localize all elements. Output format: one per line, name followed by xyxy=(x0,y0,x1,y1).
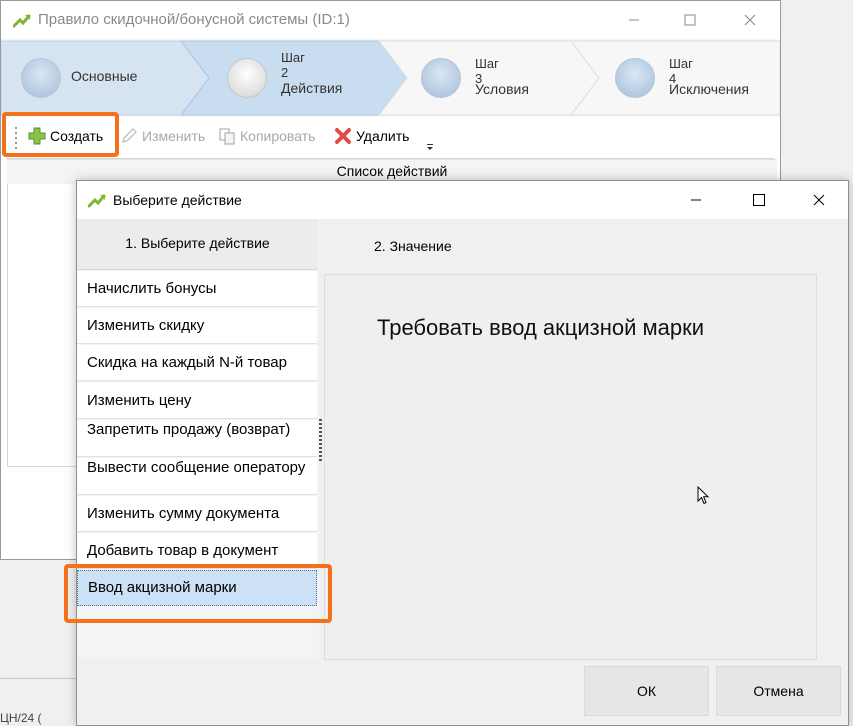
app-logo-icon xyxy=(13,14,31,28)
copy-button-label: Копировать xyxy=(240,128,316,144)
value-panel: Требовать ввод акцизной марки xyxy=(324,274,817,660)
ok-button[interactable]: ОК xyxy=(584,666,709,716)
parent-titlebar: Правило скидочной/бонусной системы (ID:1… xyxy=(1,1,780,39)
step-4-circle-icon xyxy=(615,58,655,98)
action-item-forbid-sale[interactable]: Запретить продажу (возврат) xyxy=(77,420,317,457)
action-item-change-discount[interactable]: Изменить скидку xyxy=(77,308,317,344)
delete-button[interactable]: Удалить xyxy=(334,127,409,145)
action-item-accrue-bonuses[interactable]: Начислить бонусы xyxy=(77,271,317,307)
dialog-close-button[interactable] xyxy=(796,181,842,219)
edit-button-label: Изменить xyxy=(142,128,206,144)
dialog-app-logo-icon xyxy=(88,194,106,208)
minimize-icon xyxy=(629,19,639,21)
value-text: Требовать ввод акцизной марки xyxy=(377,315,705,340)
wizard-steps: Основные Шаг 2 Действия Шаг 3 Условия Ша… xyxy=(1,39,780,117)
dialog-maximize-button[interactable] xyxy=(736,181,782,219)
step-2-number: Шаг 2 xyxy=(281,50,305,80)
value-section-header: 2. Значение xyxy=(374,238,452,254)
action-item-change-price[interactable]: Изменить цену xyxy=(77,383,317,419)
step-3-label: Условия xyxy=(475,81,529,97)
create-button-highlight xyxy=(2,112,119,157)
action-item-show-message[interactable]: Вывести сообщение оператору xyxy=(77,458,317,495)
delete-x-icon xyxy=(335,128,351,144)
copy-button[interactable]: Копировать xyxy=(218,127,315,145)
close-button[interactable] xyxy=(727,1,773,39)
step-3-circle-icon xyxy=(421,58,461,98)
minimize-icon xyxy=(691,199,701,201)
cancel-button[interactable]: Отмена xyxy=(716,666,841,716)
action-item-nth-item-discount[interactable]: Скидка на каждый N-й товар xyxy=(77,345,317,381)
action-item-change-doc-sum[interactable]: Изменить сумму документа xyxy=(77,496,317,532)
dialog-minimize-button[interactable] xyxy=(673,181,719,219)
underlying-text-fragment: ЦН/24 ( xyxy=(0,711,42,725)
close-icon xyxy=(744,14,756,26)
dialog-title: Выберите действие xyxy=(113,192,242,208)
edit-button[interactable]: Изменить xyxy=(120,127,205,145)
maximize-button[interactable] xyxy=(667,1,713,39)
copy-icon xyxy=(219,128,235,145)
select-action-dialog: Выберите действие 1. Выберите действие Н… xyxy=(76,180,849,726)
parent-window-title: Правило скидочной/бонусной системы (ID:1… xyxy=(38,11,350,28)
maximize-icon xyxy=(684,14,696,26)
step-4-label: Исключения xyxy=(669,81,749,97)
underlying-separator xyxy=(0,678,76,679)
selected-action-highlight xyxy=(64,564,332,623)
step-2-circle-icon xyxy=(227,58,267,98)
maximize-icon xyxy=(753,194,765,206)
actions-toolbar: Создать Изменить Копировать Удалить xyxy=(6,118,774,159)
delete-button-label: Удалить xyxy=(356,128,410,144)
action-list-header: 1. Выберите действие xyxy=(77,219,318,270)
mouse-cursor-icon xyxy=(697,486,710,505)
step-1-circle-icon xyxy=(21,58,61,98)
dialog-titlebar: Выберите действие xyxy=(77,181,848,219)
step-1-label: Основные xyxy=(71,68,138,84)
close-icon xyxy=(813,194,825,206)
panel-splitter-grip[interactable] xyxy=(319,419,322,463)
step-2-label: Действия xyxy=(281,80,343,96)
toolbar-overflow-icon[interactable] xyxy=(426,144,434,152)
minimize-button[interactable] xyxy=(611,1,657,39)
pencil-icon xyxy=(122,128,137,143)
